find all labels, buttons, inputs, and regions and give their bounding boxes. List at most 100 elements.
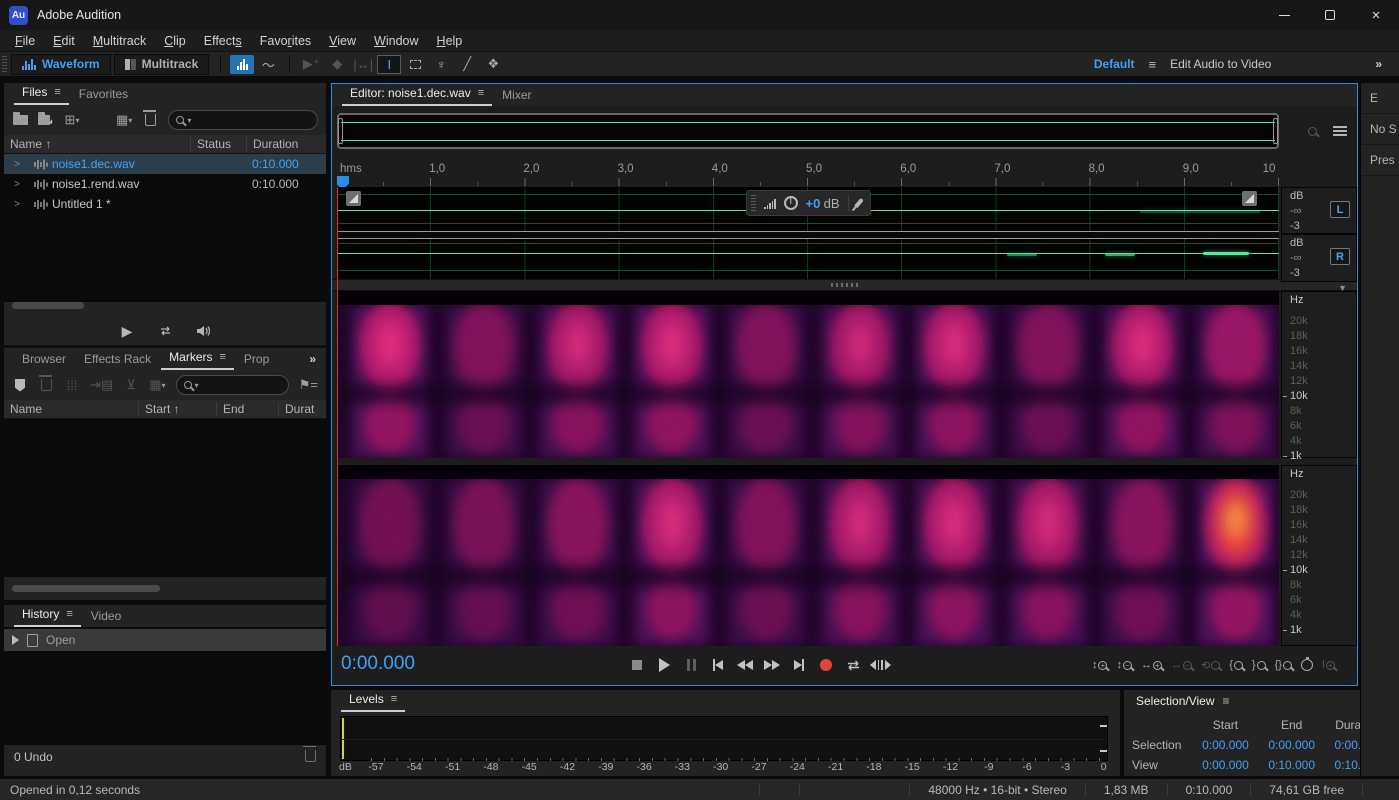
zoom-out-amplitude-button[interactable]: ↕− <box>1116 654 1132 676</box>
workspace-menu-icon[interactable]: ≡ <box>1149 57 1157 72</box>
import-file-icon[interactable]: ↘ <box>38 112 54 128</box>
overview-left-handle[interactable] <box>338 118 343 144</box>
zoom-in-time-button[interactable]: ↔+ <box>1141 654 1162 676</box>
multitrack-mode-button[interactable]: Multitrack <box>114 54 210 75</box>
zoom-reset-button[interactable]: ⟲ <box>1201 654 1220 676</box>
file-row[interactable]: > Untitled 1 * <box>4 194 326 214</box>
delete-marker-icon[interactable] <box>38 377 54 393</box>
levels-tab[interactable]: Levels≡ <box>341 689 405 712</box>
time-display[interactable]: 0:00.000 <box>341 653 415 675</box>
overview-list-icon[interactable] <box>1333 126 1347 137</box>
history-panel-tab[interactable]: History≡ <box>14 604 81 627</box>
overview-right-handle[interactable] <box>1273 118 1278 144</box>
markers-tabs-overflow[interactable]: » <box>309 352 316 366</box>
expand-chevron-icon[interactable]: > <box>4 179 30 190</box>
waveform-view-toggle[interactable] <box>230 55 254 74</box>
files-horizontal-scrollbar[interactable] <box>12 302 84 309</box>
pause-button[interactable] <box>680 654 702 676</box>
playhead-handle[interactable] <box>337 176 349 187</box>
insert-marker-playlist-icon[interactable]: ⇥▤ <box>90 377 113 393</box>
move-tool[interactable]: ▶⁺ <box>299 55 323 74</box>
markers-column-headers[interactable]: Name Start ↑ End Durat <box>4 400 326 419</box>
editor-tab[interactable]: Mixer≡ <box>494 85 539 106</box>
overview-zoom-icon[interactable] <box>1308 120 1317 142</box>
envelope-handle-right-icon[interactable] <box>1242 191 1257 206</box>
files-auto-play-button[interactable] <box>195 323 211 339</box>
workspace-action[interactable]: Edit Audio to Video <box>1170 57 1271 71</box>
panel-menu-icon[interactable]: ≡ <box>66 608 72 620</box>
envelope-handle-left-icon[interactable] <box>346 191 361 206</box>
panel-menu-icon[interactable]: ≡ <box>391 693 397 705</box>
markers-search-input[interactable]: ▾ <box>176 375 289 395</box>
hud-gain-value[interactable]: +0 <box>806 196 821 211</box>
frequency-scale-left[interactable]: Hz 20k18k16k14k12k10k8k6k4k1k <box>1281 291 1357 458</box>
hud-pin-icon[interactable] <box>854 198 863 208</box>
toolbar-grip[interactable] <box>2 56 7 72</box>
files-panel-tab[interactable]: Files≡ <box>14 82 69 105</box>
level-meter[interactable] <box>340 716 1108 761</box>
amplitude-scale-left[interactable]: dB -∞ -3 L <box>1281 187 1357 234</box>
zoom-at-in-point-button[interactable]: { <box>1229 654 1243 676</box>
paintbrush-selection-tool[interactable]: ╱ <box>455 55 479 74</box>
menu-clip[interactable]: Clip <box>155 32 195 50</box>
files-loop-button[interactable] <box>157 323 173 339</box>
record-button[interactable] <box>815 654 837 676</box>
razor-tool[interactable]: ◆ <box>325 55 349 74</box>
expand-chevron-icon[interactable]: > <box>4 199 30 210</box>
slip-tool[interactable]: |↔| <box>351 55 375 74</box>
history-entry[interactable]: Open <box>4 629 326 651</box>
timeline-ruler[interactable]: hms 1,02,03,04,05,06,07,08,09,010 <box>337 161 1279 187</box>
time-value[interactable]: 0:00.000 <box>1192 738 1258 752</box>
zoom-in-amplitude-button[interactable]: ↕+ <box>1092 654 1108 676</box>
lasso-selection-tool[interactable]: ♆ <box>429 55 453 74</box>
files-column-headers[interactable]: Name ↑ Status Duration <box>4 135 326 154</box>
files-play-button[interactable]: ▶ <box>119 323 135 339</box>
overview-navigator[interactable] <box>337 113 1279 149</box>
minimize-button[interactable] <box>1261 0 1307 30</box>
maximize-button[interactable] <box>1307 0 1353 30</box>
fast-forward-button[interactable] <box>761 654 783 676</box>
zoom-full-button[interactable]: I+ <box>1322 654 1335 676</box>
playhead-line[interactable] <box>337 187 338 646</box>
panel-menu-icon[interactable]: ≡ <box>1223 694 1230 708</box>
file-row[interactable]: > noise1.dec.wav 0:10.000 <box>4 154 326 174</box>
wave-spectral-splitter[interactable] <box>332 279 1357 291</box>
open-file-icon[interactable] <box>12 112 28 128</box>
channel-divider[interactable] <box>337 231 1279 239</box>
marquee-selection-tool[interactable] <box>403 55 427 74</box>
file-row[interactable]: > noise1.rend.wav 0:10.000 <box>4 174 326 194</box>
editor-tab[interactable]: Editor: noise1.dec.wav≡ <box>342 83 492 106</box>
amplitude-scale-right[interactable]: dB -∞ -3 R <box>1281 234 1357 282</box>
loop-playback-button[interactable] <box>842 654 864 676</box>
time-value[interactable]: 0:10.000 <box>1259 758 1325 772</box>
spectrogram-left-channel[interactable] <box>337 291 1279 458</box>
files-panel-tab[interactable]: Favorites≡ <box>71 84 136 105</box>
clear-history-icon[interactable] <box>305 750 316 765</box>
zoom-out-time-button[interactable]: ↔− <box>1171 654 1192 676</box>
menu-edit[interactable]: Edit <box>44 32 84 50</box>
panel-menu-icon[interactable]: ≡ <box>220 351 226 363</box>
marker-range-icon[interactable]: ⁞⁞⁞ <box>64 377 80 393</box>
spectral-view-toggle[interactable]: 〜 <box>256 55 280 74</box>
menu-effects[interactable]: Effects <box>195 32 251 50</box>
remove-file-icon[interactable] <box>142 112 158 128</box>
insert-into-multitrack-icon[interactable]: ▦▾ <box>116 112 132 128</box>
menu-window[interactable]: Window <box>365 32 427 50</box>
time-value[interactable]: 0:00.000 <box>1192 758 1258 772</box>
marker-list-toggle-icon[interactable]: ⚑= <box>299 377 318 393</box>
workspace-selector[interactable]: Default <box>1094 57 1135 71</box>
time-value[interactable]: 0:00.000 <box>1259 738 1325 752</box>
toolbar-overflow[interactable]: » <box>1375 57 1381 71</box>
markers-horizontal-scrollbar[interactable] <box>12 585 160 592</box>
right-channel-button[interactable]: R <box>1330 248 1350 265</box>
rewind-button[interactable] <box>734 654 756 676</box>
history-panel-tab[interactable]: Video≡ <box>83 606 129 627</box>
left-channel-button[interactable]: L <box>1330 201 1350 218</box>
add-marker-icon[interactable] <box>12 377 28 393</box>
collapsed-right-panel[interactable]: ENo SPres <box>1360 83 1399 776</box>
expand-chevron-icon[interactable]: > <box>4 159 30 170</box>
gain-hud[interactable]: +0 dB <box>746 190 871 216</box>
menu-view[interactable]: View <box>320 32 365 50</box>
stop-button[interactable] <box>626 654 648 676</box>
menu-favorites[interactable]: Favorites <box>251 32 320 50</box>
